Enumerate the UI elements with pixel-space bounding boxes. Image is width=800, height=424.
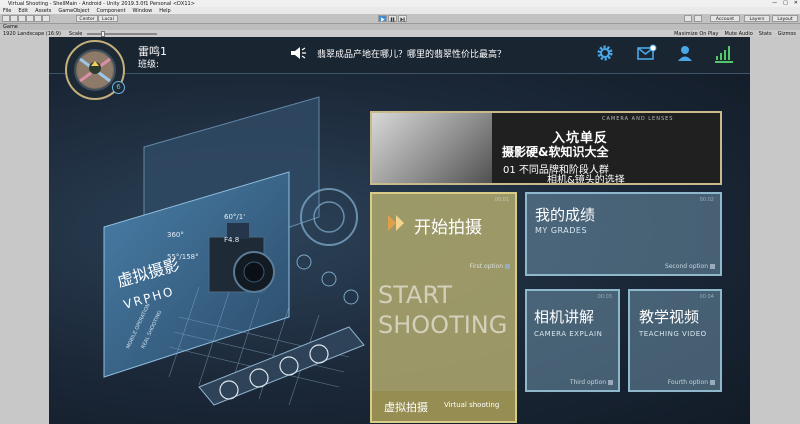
minimize-button[interactable]: — (772, 0, 777, 6)
card-timer: 00:01 (494, 197, 509, 203)
scale-tool-button[interactable] (26, 15, 34, 22)
menu-component[interactable]: Component (97, 8, 126, 14)
mail-icon[interactable] (637, 44, 657, 62)
virtual-shooting-en: Virtual shooting (444, 401, 500, 409)
teaching-option: Fourth option (667, 379, 708, 386)
rotate-tool-button[interactable] (18, 15, 26, 22)
banner-small-text: CAMERA AND LENSES (602, 116, 674, 122)
scale-label: Scale (68, 30, 83, 37)
promo-banner[interactable]: CAMERA AND LENSES 入坑单反 摄影硬&软知识大全 01 不同品牌… (370, 111, 722, 185)
stats-toggle[interactable]: Stats (759, 31, 772, 37)
banner-line-4: 相机&镜头的选择 (547, 175, 625, 185)
game-view-toolbar: 1920 Landscape (16:9) Scale Maximize On … (0, 30, 800, 37)
notice-marquee[interactable]: 翡翠成品产地在哪儿？哪里的翡翠性价比最高？ (317, 47, 506, 60)
maximize-on-play-toggle[interactable]: Maximize On Play (674, 31, 718, 37)
camera-explain-card[interactable]: 00:03 相机讲解 CAMERA EXPLAIN Third option (525, 289, 620, 392)
menu-help[interactable]: Help (159, 8, 170, 14)
user-icon[interactable] (676, 44, 694, 62)
step-icon[interactable] (398, 15, 407, 22)
banner-line-2: 摄影硬&软知识大全 (502, 145, 609, 159)
layout-dropdown[interactable]: Layout (772, 15, 798, 22)
grades-subtitle: MY GRADES (535, 226, 588, 235)
rect-tool-button[interactable] (34, 15, 42, 22)
play-icon[interactable] (378, 15, 387, 22)
menu-edit[interactable]: Edit (18, 8, 28, 14)
teaching-title: 教学视频 (639, 308, 700, 326)
hud-fov: 60°/1' (224, 213, 245, 221)
grades-title: 我的成绩 (535, 206, 596, 224)
camera-subtitle: CAMERA EXPLAIN (534, 330, 603, 338)
cloud-icon[interactable] (694, 15, 702, 22)
teaching-subtitle: TEACHING VIDEO (639, 330, 707, 338)
window-title-bar: Virtual Shooting - ShellMain - Android -… (0, 0, 800, 7)
my-grades-card[interactable]: 00:02 我的成绩 MY GRADES Second option (525, 192, 722, 276)
virtual-shooting-strip[interactable]: 虚拟拍摄 Virtual shooting (372, 391, 515, 421)
camera-option: Third option (569, 379, 606, 386)
grades-option: Second option (665, 263, 708, 270)
start-shooting-card[interactable]: 00:01 开始拍摄 First option START SHOOTING 虚… (370, 192, 517, 423)
collab-icon[interactable] (684, 15, 692, 22)
hud-tilt: 55°/158° (167, 253, 199, 261)
start-option-marker (505, 264, 510, 269)
window-title: Virtual Shooting - ShellMain - Android -… (8, 0, 195, 7)
pivot-center-button[interactable]: Center (76, 15, 98, 22)
menu-window[interactable]: Window (133, 8, 153, 14)
account-dropdown[interactable]: Account (710, 15, 740, 22)
pause-icon[interactable] (388, 15, 397, 22)
settings-icon[interactable] (596, 44, 614, 62)
virtual-shooting-zh: 虚拟拍摄 (384, 401, 428, 414)
editor-toolbar: Center Local Account Layers Layout (0, 14, 800, 24)
menu-gameobject[interactable]: GameObject (58, 8, 89, 14)
teaching-option-marker (710, 380, 715, 385)
card-timer: 00:03 (597, 294, 612, 300)
user-class-label: 班级: (138, 60, 160, 70)
mute-audio-toggle[interactable]: Mute Audio (724, 31, 752, 37)
menu-file[interactable]: File (3, 8, 11, 14)
camera-option-marker (608, 380, 613, 385)
menu-assets[interactable]: Assets (35, 8, 51, 14)
maximize-button[interactable]: □ (783, 0, 788, 6)
arrow-icon (388, 215, 404, 231)
scale-slider[interactable] (87, 30, 158, 37)
resolution-dropdown[interactable]: 1920 Landscape (16:9) (0, 31, 61, 37)
speaker-icon (290, 46, 308, 60)
move-tool-button[interactable] (10, 15, 18, 22)
vr-stage-illustration: 虚拟摄影 VRPHO MOBILE OPERATION REAL SHOOTIN… (103, 96, 365, 406)
hud-aperture: F4.8 (224, 236, 239, 244)
pivot-local-button[interactable]: Local (98, 15, 118, 22)
start-option: First option (469, 263, 503, 270)
hud-angle: 360° (167, 231, 184, 239)
game-viewport: 6 雷鸣1 班级: 翡翠成品产地在哪儿？哪里的翡翠性价比最高？ 虚拟摄影 VRP… (49, 37, 750, 424)
start-title: 开始拍摄 (414, 218, 482, 238)
gizmos-dropdown[interactable]: Gizmos (778, 31, 796, 37)
close-button[interactable]: ✕ (794, 0, 798, 6)
hand-tool-button[interactable] (2, 15, 10, 22)
transform-tool-button[interactable] (42, 15, 50, 22)
card-timer: 00:02 (699, 197, 714, 203)
grades-option-marker (710, 264, 715, 269)
start-big-text: START SHOOTING (378, 281, 508, 339)
signal-icon (713, 42, 735, 64)
avatar-image (74, 49, 116, 91)
menu-bar: File Edit Assets GameObject Component Wi… (0, 7, 800, 14)
window-controls: — □ ✕ (772, 0, 798, 6)
teaching-video-card[interactable]: 00:04 教学视频 TEACHING VIDEO Fourth option (628, 289, 722, 392)
card-timer: 00:04 (699, 294, 714, 300)
layers-dropdown[interactable]: Layers (744, 15, 770, 22)
camera-title: 相机讲解 (534, 308, 595, 326)
banner-photo (372, 113, 492, 183)
